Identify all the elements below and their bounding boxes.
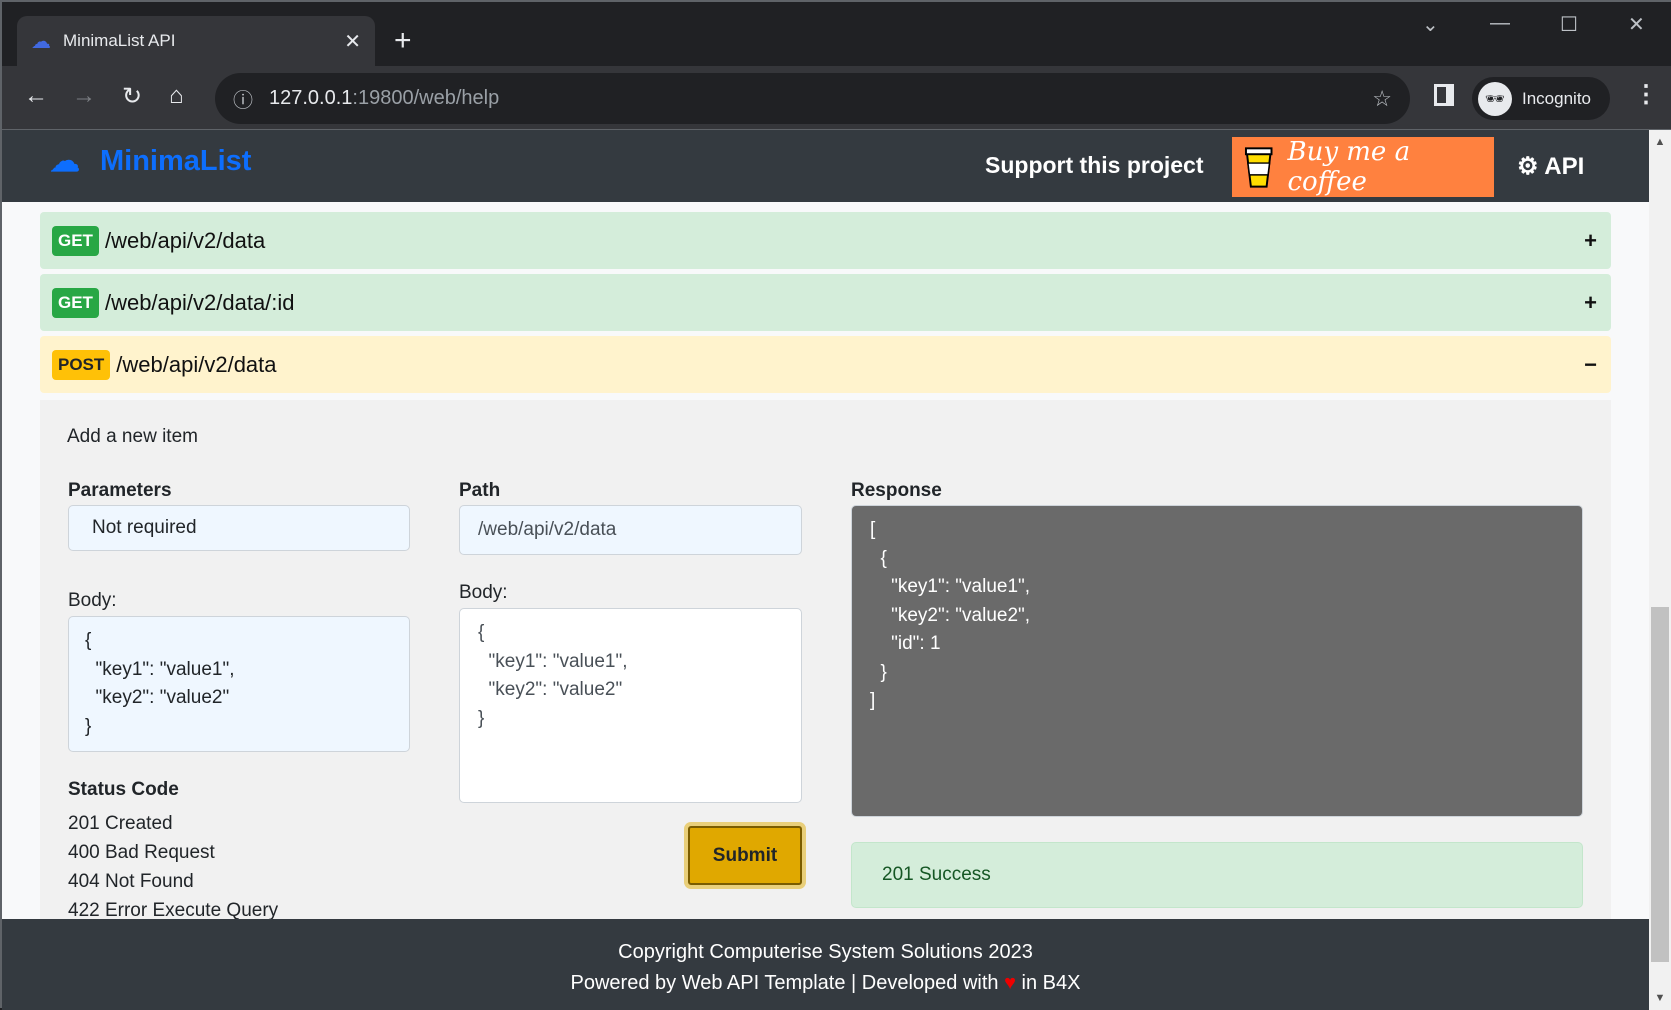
home-icon[interactable]: ⌂ <box>169 82 184 110</box>
menu-icon[interactable]: ⋮ <box>1634 80 1658 109</box>
incognito-icon: 🕶 <box>1478 81 1512 116</box>
url-path: :19800/web/help <box>352 87 500 109</box>
buy-me-a-coffee-button[interactable]: Buy me a coffee <box>1232 137 1494 197</box>
side-panel-icon[interactable] <box>1434 84 1454 106</box>
url-host: 127.0.0.1 <box>269 87 353 109</box>
parameters-label: Parameters <box>68 480 172 501</box>
endpoint-detail: Add a new item Parameters Not required B… <box>40 400 1611 921</box>
submit-button[interactable]: Submit <box>684 822 806 889</box>
profile-label: Incognito <box>1522 88 1591 108</box>
scroll-up-icon[interactable]: ▲ <box>1649 136 1671 148</box>
endpoint-row[interactable]: POST /web/api/v2/data − <box>40 336 1611 393</box>
brand-name: MinimaList <box>100 145 252 177</box>
new-tab-button[interactable]: + <box>394 24 412 58</box>
expand-icon[interactable]: + <box>1584 290 1597 316</box>
status-code-label: Status Code <box>68 779 179 800</box>
support-text: Support this project <box>985 152 1204 178</box>
expand-icon[interactable]: + <box>1584 228 1597 254</box>
incognito-profile[interactable]: 🕶 Incognito <box>1472 77 1610 120</box>
method-badge: POST <box>52 349 111 380</box>
endpoint-row[interactable]: GET /web/api/v2/data/:id + <box>40 274 1611 331</box>
maximize-button[interactable]: ☐ <box>1560 12 1578 37</box>
request-body-textarea[interactable]: { "key1": "value1", "key2": "value2" } <box>459 608 802 803</box>
endpoint-path: /web/api/v2/data/:id <box>104 289 295 315</box>
coffee-label: Buy me a coffee <box>1287 137 1411 197</box>
b4x-label: in B4X <box>1021 972 1081 994</box>
status-code-item: 404 Not Found <box>68 871 194 892</box>
status-code-list: 201 Created 400 Bad Request 404 Not Foun… <box>68 809 278 925</box>
result-alert: 201 Success <box>851 842 1583 908</box>
method-badge: GET <box>52 225 99 256</box>
endpoint-row[interactable]: GET /web/api/v2/data + <box>40 212 1611 269</box>
status-code-item: 400 Bad Request <box>68 842 215 863</box>
gear-icon: ⚙ <box>1517 153 1539 180</box>
scroll-down-icon[interactable]: ▼ <box>1649 992 1671 1004</box>
forward-icon[interactable]: → <box>72 82 96 110</box>
back-icon[interactable]: ← <box>24 82 48 110</box>
endpoint-path: /web/api/v2/data <box>104 227 266 253</box>
cloud-icon: ☁ <box>50 145 80 178</box>
close-window-button[interactable]: ✕ <box>1628 12 1645 37</box>
navbar: ☁ MinimaList Support this project Buy me … <box>2 130 1649 202</box>
tab-search-icon[interactable]: ⌄ <box>1422 12 1439 37</box>
body-label: Body: <box>68 590 117 611</box>
bookmark-star-icon[interactable]: ☆ <box>1372 86 1392 112</box>
submit-label: Submit <box>688 826 802 885</box>
response-textarea[interactable]: [ { "key1": "value1", "key2": "value2", … <box>851 505 1583 817</box>
endpoint-description: Add a new item <box>67 426 198 447</box>
api-link[interactable]: ⚙ API <box>1517 152 1584 181</box>
tab-title: MinimaList API <box>63 31 176 50</box>
coffee-cup-icon <box>1244 147 1273 188</box>
scrollbar-thumb[interactable] <box>1651 607 1669 962</box>
close-tab-icon[interactable]: ✕ <box>344 29 361 54</box>
api-label: API <box>1544 153 1585 180</box>
brand-link[interactable]: ☁ MinimaList <box>50 144 251 179</box>
reload-icon[interactable]: ↻ <box>122 82 142 111</box>
path-label: Path <box>459 480 501 501</box>
cloud-icon: ☁ <box>31 30 51 53</box>
copyright-text: Copyright Computerise System Solutions 2… <box>618 941 1033 963</box>
collapse-icon[interactable]: − <box>1584 352 1597 378</box>
heart-icon: ♥ <box>1004 972 1016 994</box>
footer: Copyright Computerise System Solutions 2… <box>2 919 1649 1010</box>
method-badge: GET <box>52 287 99 318</box>
request-body-label: Body: <box>459 582 508 603</box>
endpoint-path: /web/api/v2/data <box>116 351 277 377</box>
address-bar[interactable]: ⓘ 127.0.0.1:19800/web/help ☆ <box>215 73 1410 124</box>
body-example: { "key1": "value1", "key2": "value2" } <box>68 616 410 752</box>
powered-by-text: Powered by Web API Template | Developed … <box>2 968 1649 999</box>
path-input[interactable]: /web/api/v2/data <box>459 505 802 555</box>
info-icon: ⓘ <box>233 90 253 112</box>
status-code-item: 201 Created <box>68 813 173 834</box>
page: ☁ MinimaList Support this project Buy me … <box>2 130 1649 1010</box>
response-label: Response <box>851 480 942 501</box>
browser-tab[interactable]: ☁ MinimaList API ✕ <box>17 16 375 66</box>
parameters-value: Not required <box>68 505 410 551</box>
powered-by-label: Powered by Web API Template | Developed … <box>570 972 999 994</box>
minimize-button[interactable]: — <box>1490 12 1510 35</box>
